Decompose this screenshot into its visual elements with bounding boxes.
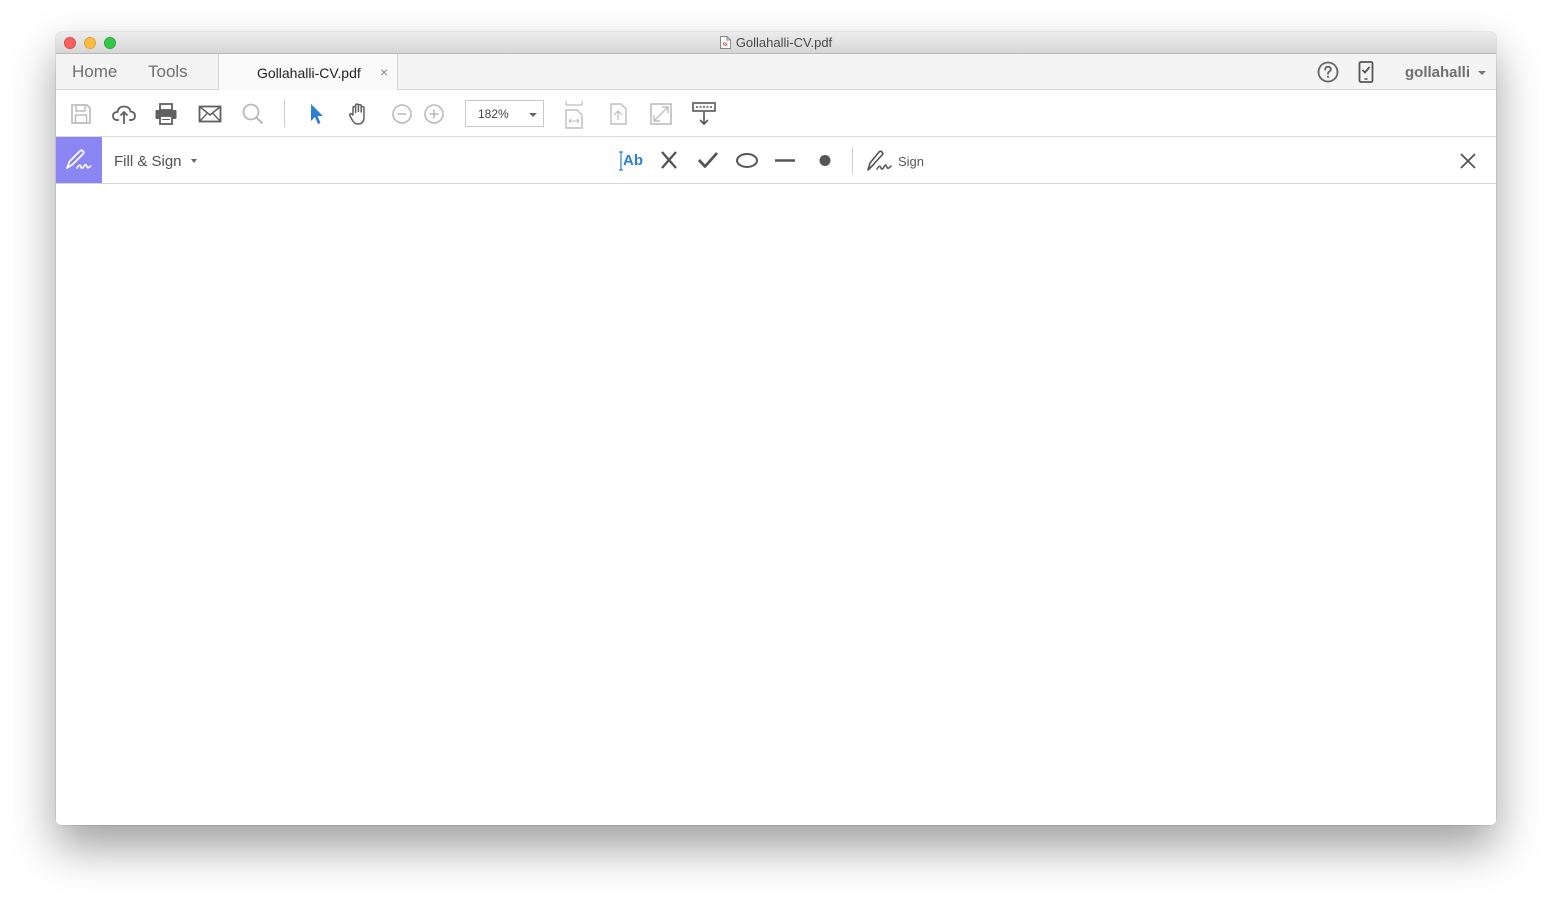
window-title: Gollahalli-CV.pdf <box>56 35 1496 50</box>
rotate-page-button[interactable] <box>605 101 631 127</box>
upload-cloud-icon <box>112 105 136 124</box>
search-icon <box>242 103 264 125</box>
hand-icon <box>348 103 365 125</box>
upload-button[interactable] <box>111 101 137 127</box>
tab-tools[interactable]: Tools <box>148 62 188 82</box>
sign-pen-icon <box>867 150 892 171</box>
zoom-in-button[interactable] <box>421 101 447 127</box>
page-rotate-icon <box>610 103 627 125</box>
line-icon <box>775 159 795 162</box>
fill-sign-title[interactable]: Fill & Sign <box>114 153 182 170</box>
tab-home[interactable]: Home <box>72 62 117 82</box>
ellipse-button[interactable] <box>735 149 759 176</box>
keyboard-download-icon <box>692 102 716 126</box>
chevron-down-icon <box>529 113 537 117</box>
print-icon <box>155 103 177 125</box>
search-button[interactable] <box>240 101 266 127</box>
mail-icon <box>198 105 222 123</box>
add-text-label: Ab <box>623 152 643 169</box>
close-tab-button[interactable]: × <box>380 64 388 80</box>
help-icon[interactable] <box>1317 61 1339 83</box>
keyboard-tools-button[interactable] <box>691 101 717 127</box>
dot-button[interactable] <box>814 149 836 176</box>
document-viewport[interactable] <box>56 184 1496 825</box>
tab-document[interactable]: Gollahalli-CV.pdf × <box>218 54 398 90</box>
user-menu-name[interactable]: gollahalli <box>1405 64 1470 81</box>
select-tool-button[interactable] <box>303 101 329 127</box>
line-button[interactable] <box>774 149 796 176</box>
user-menu-caret-icon[interactable] <box>1478 71 1486 75</box>
close-fill-sign-button[interactable] <box>1457 150 1479 177</box>
window-title-text: Gollahalli-CV.pdf <box>735 35 833 50</box>
fill-sign-toolbar: Fill & Sign Ab Sign <box>56 137 1496 184</box>
fullscreen-icon <box>650 103 672 125</box>
fill-sign-badge <box>56 137 102 183</box>
checkmark-button[interactable] <box>696 149 720 176</box>
email-button[interactable] <box>197 101 223 127</box>
hand-tool-button[interactable] <box>346 101 372 127</box>
save-icon <box>71 104 91 124</box>
fill-sign-pen-icon <box>66 149 92 169</box>
fill-sign-menu-caret-icon[interactable] <box>191 159 197 163</box>
title-bar: Gollahalli-CV.pdf <box>56 32 1496 54</box>
zoom-level-value: 182% <box>478 107 509 121</box>
close-icon <box>1460 153 1476 169</box>
cross-mark-icon <box>661 151 677 169</box>
cross-mark-button[interactable] <box>658 149 680 176</box>
select-pointer-icon <box>311 104 323 124</box>
zoom-in-icon <box>424 104 444 124</box>
zoom-out-icon <box>392 104 412 124</box>
pdf-document-icon <box>719 36 731 49</box>
dot-icon <box>819 155 831 166</box>
add-text-button[interactable]: Ab <box>618 150 648 172</box>
fit-page-icon <box>565 101 583 129</box>
zoom-out-button[interactable] <box>389 101 415 127</box>
checkmark-icon <box>697 152 719 168</box>
mobile-link-icon[interactable] <box>1358 61 1374 83</box>
sign-button[interactable] <box>866 148 892 177</box>
fit-page-button[interactable] <box>561 101 587 129</box>
fill-sign-separator <box>852 147 853 174</box>
zoom-level-select[interactable]: 182% <box>465 100 544 127</box>
main-toolbar: 182% <box>56 90 1496 137</box>
tab-bar: Home Tools Gollahalli-CV.pdf × gollahall… <box>56 54 1496 90</box>
sign-label[interactable]: Sign <box>898 154 924 169</box>
app-window: Gollahalli-CV.pdf Home Tools Gollahalli-… <box>56 32 1496 825</box>
ellipse-icon <box>736 153 758 168</box>
toolbar-separator <box>284 99 285 127</box>
fullscreen-button[interactable] <box>648 101 674 127</box>
document-tab-label: Gollahalli-CV.pdf <box>257 65 361 81</box>
save-button[interactable] <box>68 101 94 127</box>
print-button[interactable] <box>153 101 179 127</box>
